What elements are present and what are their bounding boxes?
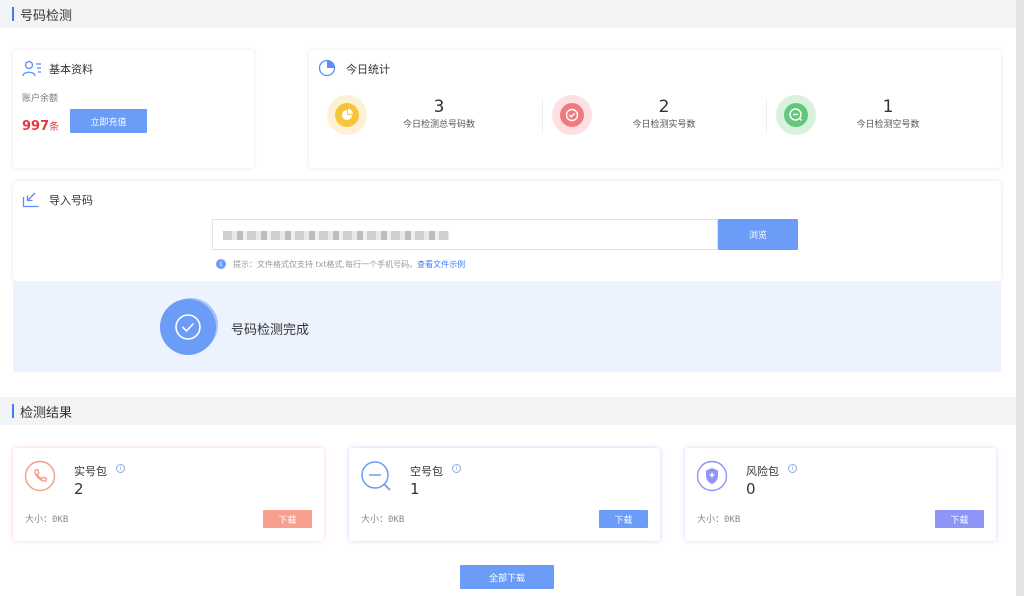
result-title: 空号包 [410,465,443,478]
section-header-results: 检测结果 [0,397,1016,425]
stat-real-label: 今日检测实号数 [632,120,696,130]
import-hint: 提示：文件格式仅支持 txt格式,每行一个手机号码。查看文件示例 [233,259,465,270]
user-list-icon [22,60,41,77]
scrollbar-thumb[interactable] [1016,0,1024,596]
status-banner: 号码检测完成 [13,281,1001,372]
stat-total-icon-ring [327,95,367,135]
result-count: 2 [74,480,84,498]
section-title: 检测结果 [20,406,73,421]
info-icon: i [216,259,226,269]
stat-real-value: 2 [658,97,670,117]
result-card-empty: 空号包 i 1 大小：0KB 下载 [349,448,660,541]
basic-info-title: 基本资料 [49,63,93,76]
download-risk-button[interactable]: 下载 [935,510,984,528]
check-circle-icon [160,299,216,355]
info-icon[interactable]: i [452,464,461,473]
stat-empty-icon-ring [776,95,816,135]
today-stats-title: 今日统计 [346,63,390,76]
recharge-button[interactable]: 立即充值 [70,109,147,133]
import-hint-text: 提示：文件格式仅支持 txt格式,每行一个手机号码。 [233,260,418,269]
balance-label: 账户余额 [22,94,59,104]
file-example-link[interactable]: 查看文件示例 [417,260,465,269]
stat-empty-value: 1 [882,97,894,117]
section-accent-bar [12,404,14,418]
pie-chart-icon [335,103,359,127]
stat-divider [766,98,767,134]
balance-unit: 条 [49,122,60,133]
info-icon[interactable]: i [788,464,797,473]
download-real-button[interactable]: 下载 [263,510,312,528]
browse-button[interactable]: 浏览 [718,219,798,250]
check-icon [560,103,584,127]
result-count: 1 [410,480,420,498]
stat-real-icon-ring [552,95,592,135]
shield-icon [696,460,728,492]
search-minus-icon [784,103,808,127]
basic-info-card: 基本资料 账户余额 997条 立即充值 [13,50,254,168]
balance-value: 997 [22,119,50,134]
result-size: 大小：0KB [25,515,69,525]
download-empty-button[interactable]: 下载 [599,510,648,528]
result-size: 大小：0KB [361,515,405,525]
info-icon[interactable]: i [116,464,125,473]
search-minus-icon [361,461,391,491]
result-card-risk: 风险包 i 0 大小：0KB 下载 [685,448,996,541]
import-card: 导入号码 浏览 i 提示：文件格式仅支持 txt格式,每行一个手机号码。查看文件… [13,181,1001,281]
status-message: 号码检测完成 [231,323,310,338]
file-path-input[interactable] [212,219,718,250]
today-stats-card: 今日统计 3 今日检测总号码数 2 今日检测实号数 1 今日检测空号数 [309,50,1001,168]
result-title: 实号包 [74,465,107,478]
section-header-number-check: 号码检测 [0,0,1016,28]
result-card-real: 实号包 i 2 大小：0KB 下载 [13,448,324,541]
phone-icon [24,460,56,492]
pie-chart-icon [318,59,336,77]
scrollbar-track[interactable] [1016,0,1024,596]
stat-empty-label: 今日检测空号数 [856,120,920,130]
result-size: 大小：0KB [697,515,741,525]
result-count: 0 [746,480,756,498]
section-accent-bar [12,7,14,21]
stat-total-value: 3 [433,97,445,117]
stat-divider [542,98,543,134]
arrow-import-icon [22,192,39,208]
import-title: 导入号码 [49,194,93,207]
section-title: 号码检测 [20,9,73,24]
stat-total-label: 今日检测总号码数 [402,120,475,130]
balance-display: 997条 [22,115,59,134]
blurred-file-path [223,231,449,240]
result-title: 风险包 [746,465,779,478]
download-all-button[interactable]: 全部下载 [460,565,554,589]
